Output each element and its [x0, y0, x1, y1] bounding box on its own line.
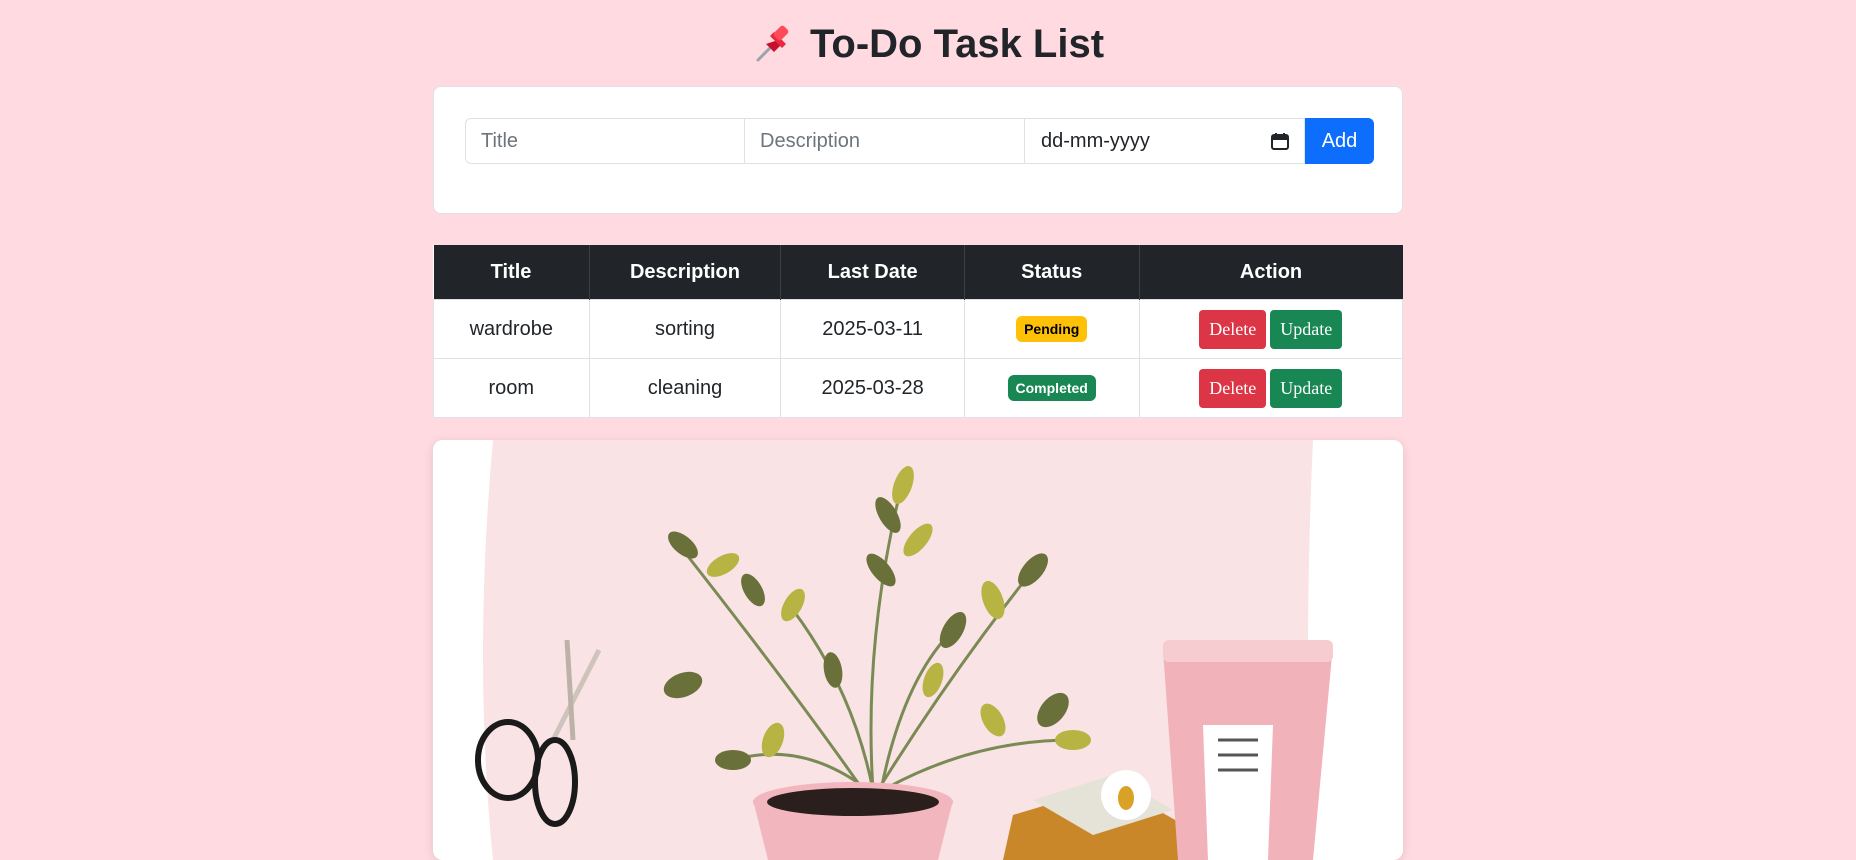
plant-pot	[753, 782, 953, 860]
column-header-description: Description	[589, 245, 782, 300]
page-title: To-Do Task List	[0, 14, 1856, 74]
task-description-cell: sorting	[588, 299, 782, 359]
task-title-cell: wardrobe	[433, 299, 590, 359]
task-status-cell: Completed	[963, 358, 1140, 418]
table-row: room cleaning 2025-03-28 Completed Delet…	[433, 358, 1404, 418]
update-button[interactable]: Update	[1270, 368, 1343, 408]
date-input[interactable]: dd-mm-yyyy	[1025, 118, 1305, 164]
add-button[interactable]: Add	[1305, 118, 1374, 164]
task-action-cell: Delete Update	[1138, 299, 1404, 359]
delete-button[interactable]: Delete	[1199, 368, 1267, 408]
delete-button[interactable]: Delete	[1199, 309, 1267, 349]
task-title-cell: room	[433, 358, 590, 418]
title-input[interactable]	[465, 118, 745, 164]
task-action-cell: Delete Update	[1138, 358, 1404, 418]
table-row: wardrobe sorting 2025-03-11 Pending Dele…	[433, 299, 1404, 359]
status-badge: Completed	[1007, 375, 1096, 401]
page-title-text: To-Do Task List	[809, 22, 1105, 66]
column-header-status: Status	[964, 245, 1140, 300]
column-header-title: Title	[433, 245, 590, 300]
pushpin-icon	[752, 22, 796, 66]
description-input[interactable]	[745, 118, 1025, 164]
task-status-cell: Pending	[963, 299, 1140, 359]
task-date-cell: 2025-03-11	[780, 299, 965, 359]
task-form-card: dd-mm-yyyy Add	[433, 86, 1403, 214]
cream-tube	[1163, 640, 1333, 860]
task-form-row: dd-mm-yyyy Add	[465, 118, 1374, 164]
decorative-illustration-card	[433, 440, 1403, 860]
task-date-cell: 2025-03-28	[780, 358, 965, 418]
calendar-icon[interactable]	[1270, 131, 1290, 151]
date-input-placeholder: dd-mm-yyyy	[1041, 129, 1150, 152]
task-table: Title Description Last Date Status Actio…	[433, 245, 1404, 418]
task-description-cell: cleaning	[588, 358, 782, 418]
table-header-row: Title Description Last Date Status Actio…	[433, 245, 1403, 300]
update-button[interactable]: Update	[1270, 309, 1343, 349]
column-header-last-date: Last Date	[780, 245, 965, 300]
status-badge: Pending	[1016, 316, 1088, 342]
column-header-action: Action	[1139, 245, 1403, 300]
plant-illustration	[433, 440, 1403, 860]
